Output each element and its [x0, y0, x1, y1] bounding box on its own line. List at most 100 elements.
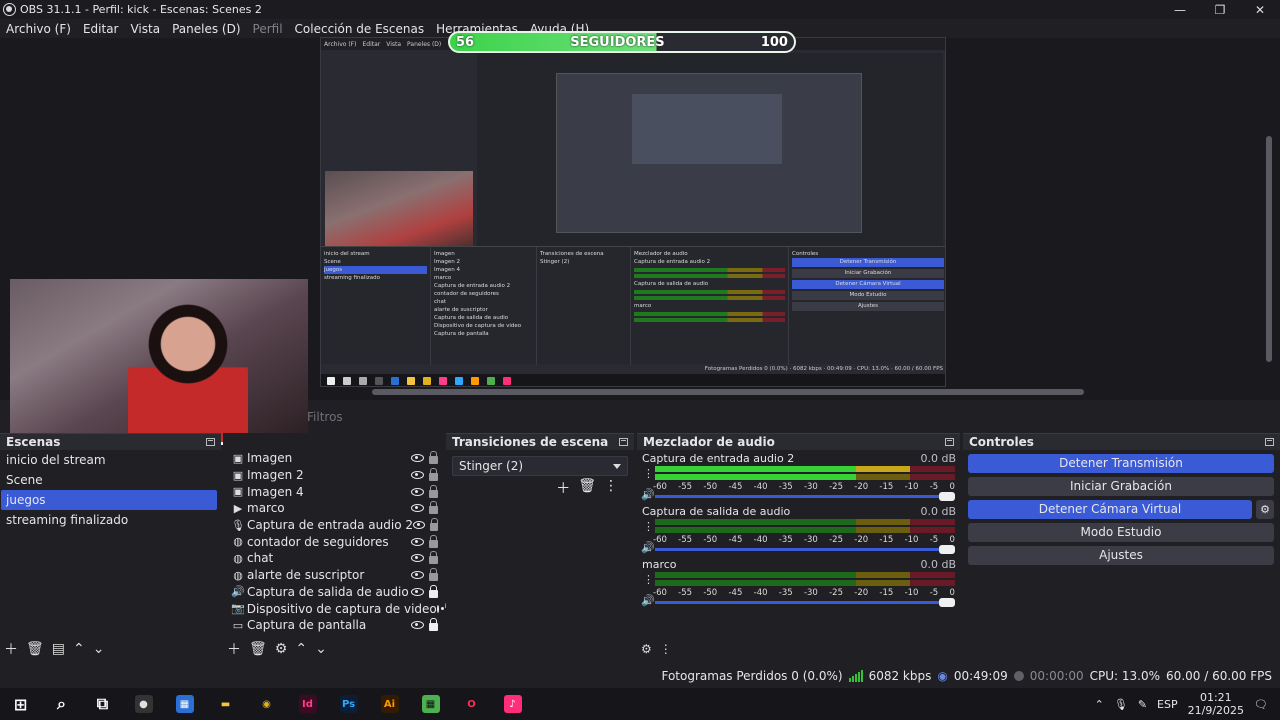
pen-icon[interactable]: ✎	[1138, 698, 1147, 711]
arrow-up-icon[interactable]: ⌃	[73, 641, 85, 657]
volume-slider[interactable]	[655, 492, 955, 501]
source-item[interactable]: ▣ Imagen 2	[223, 467, 444, 484]
gear-icon[interactable]: ⚙	[1256, 500, 1274, 519]
scene-item[interactable]: juegos	[1, 490, 217, 510]
source-item[interactable]: ◍ alarte de suscriptor	[223, 567, 444, 584]
visibility-eye-icon[interactable]	[411, 504, 424, 513]
add-icon[interactable]: ＋	[556, 478, 570, 498]
folder-icon[interactable]: ▬	[205, 688, 246, 720]
control-button-0[interactable]: Detener Transmisión	[968, 454, 1274, 473]
preview-horizontal-scrollbar[interactable]	[372, 389, 1084, 395]
store-icon[interactable]: ▦	[164, 688, 205, 720]
visibility-eye-icon[interactable]	[413, 521, 425, 530]
control-button-4[interactable]: Ajustes	[968, 546, 1274, 565]
lock-icon[interactable]	[429, 468, 438, 482]
trash-icon[interactable]: 🗑	[249, 641, 267, 657]
arrow-down-icon[interactable]: ⌄	[93, 641, 105, 657]
scene-item[interactable]: inicio del stream	[0, 450, 221, 470]
filter-icon[interactable]: ▤	[52, 641, 65, 657]
source-item[interactable]: ◍ contador de seguidores	[223, 533, 444, 550]
maximize-button[interactable]: ❐	[1200, 0, 1240, 19]
menu-item-2[interactable]: Vista	[130, 22, 160, 36]
language-indicator[interactable]: ESP	[1157, 698, 1178, 711]
preview-vertical-scrollbar[interactable]	[1266, 136, 1272, 362]
source-item[interactable]: ▭ Captura de pantalla	[223, 617, 444, 634]
menu-item-5[interactable]: Colección de Escenas	[295, 22, 425, 36]
visibility-eye-icon[interactable]	[411, 537, 424, 546]
control-button-2[interactable]: Detener Cámara Virtual	[968, 500, 1252, 519]
opera-gx-icon[interactable]: O	[451, 688, 492, 720]
more-icon[interactable]: ⋮	[643, 573, 654, 586]
menu-item-1[interactable]: Editar	[83, 22, 119, 36]
add-icon[interactable]: ＋	[4, 639, 18, 659]
microphone-icon[interactable]: 🎙	[1114, 698, 1128, 711]
lock-icon[interactable]	[429, 551, 438, 565]
notifications-icon[interactable]: 🗨	[1254, 698, 1268, 711]
gear-icon[interactable]: ⚙	[275, 641, 288, 657]
visibility-eye-icon[interactable]	[411, 554, 424, 563]
chrome-icon[interactable]: ◉	[246, 688, 287, 720]
menu-item-4[interactable]: Perfil	[253, 22, 283, 36]
visibility-eye-icon[interactable]	[436, 604, 444, 613]
indesign-icon[interactable]: Id	[287, 688, 328, 720]
undock-icon[interactable]	[206, 438, 215, 446]
more-icon[interactable]: ⋮	[660, 642, 672, 656]
visibility-eye-icon[interactable]	[411, 454, 424, 463]
scene-item[interactable]: streaming finalizado	[0, 510, 221, 530]
add-icon[interactable]: ＋	[227, 639, 241, 659]
clock[interactable]: 01:21 21/9/2025	[1188, 691, 1244, 717]
volume-handle[interactable]	[939, 545, 955, 554]
undock-icon[interactable]	[1265, 438, 1274, 446]
control-button-1[interactable]: Iniciar Grabación	[968, 477, 1274, 496]
obs-icon[interactable]: ●	[123, 688, 164, 720]
undock-icon[interactable]	[945, 438, 954, 446]
source-item[interactable]: ▣ Imagen 4	[223, 483, 444, 500]
source-item[interactable]: ▶ marco	[223, 500, 444, 517]
webcam-source[interactable]	[10, 279, 308, 445]
transition-select[interactable]: Stinger (2)	[452, 456, 628, 476]
minecraft-icon[interactable]: ▦	[410, 688, 451, 720]
windows-start-icon[interactable]: ⊞	[0, 688, 41, 720]
more-icon[interactable]: ⋮	[643, 467, 654, 480]
menu-item-0[interactable]: Archivo (F)	[6, 22, 71, 36]
control-button-3[interactable]: Modo Estudio	[968, 523, 1274, 542]
minimize-button[interactable]: —	[1160, 0, 1200, 19]
scene-item[interactable]: Scene	[0, 470, 221, 490]
lock-icon[interactable]	[429, 584, 438, 598]
source-item[interactable]: ◍ chat	[223, 550, 444, 567]
volume-handle[interactable]	[939, 598, 955, 607]
trash-icon[interactable]: 🗑	[578, 478, 596, 498]
chevron-up-icon[interactable]: ⌃	[1095, 698, 1104, 711]
trash-icon[interactable]: 🗑	[26, 641, 44, 657]
arrow-down-icon[interactable]: ⌄	[315, 641, 327, 657]
tiktok-icon[interactable]: ♪	[492, 688, 533, 720]
advanced-audio-icon[interactable]: ⚙	[641, 642, 652, 656]
more-icon[interactable]: ⋮	[604, 478, 618, 498]
lock-icon[interactable]	[429, 451, 438, 465]
photoshop-icon[interactable]: Ps	[328, 688, 369, 720]
filters-tab[interactable]: Filtros	[307, 410, 343, 424]
menu-item-3[interactable]: Paneles (D)	[172, 22, 240, 36]
lock-icon[interactable]	[429, 618, 438, 632]
lock-icon[interactable]	[429, 484, 438, 498]
preview-canvas[interactable]: Archivo (F) Editar Vista Paneles (D) inicio…	[320, 37, 946, 387]
visibility-eye-icon[interactable]	[411, 487, 424, 496]
lock-icon[interactable]	[429, 501, 438, 515]
source-item[interactable]: 🔊 Captura de salida de audio	[223, 584, 444, 601]
volume-handle[interactable]	[939, 492, 955, 501]
lock-icon[interactable]	[429, 518, 438, 532]
search-icon[interactable]: ⌕	[41, 688, 82, 720]
visibility-eye-icon[interactable]	[411, 621, 424, 630]
source-item[interactable]: ▣ Imagen	[223, 450, 444, 467]
source-item[interactable]: 🎙 Captura de entrada audio 2	[223, 517, 444, 534]
more-icon[interactable]: ⋮	[643, 520, 654, 533]
source-item[interactable]: 📷 Dispositivo de captura de video	[223, 600, 452, 617]
volume-slider[interactable]	[655, 598, 955, 607]
undock-icon[interactable]	[619, 438, 628, 446]
task-view-icon[interactable]: ⧉	[82, 688, 123, 720]
visibility-eye-icon[interactable]	[411, 471, 424, 480]
volume-slider[interactable]	[655, 545, 955, 554]
visibility-eye-icon[interactable]	[411, 587, 424, 596]
lock-icon[interactable]	[429, 534, 438, 548]
arrow-up-icon[interactable]: ⌃	[295, 641, 307, 657]
